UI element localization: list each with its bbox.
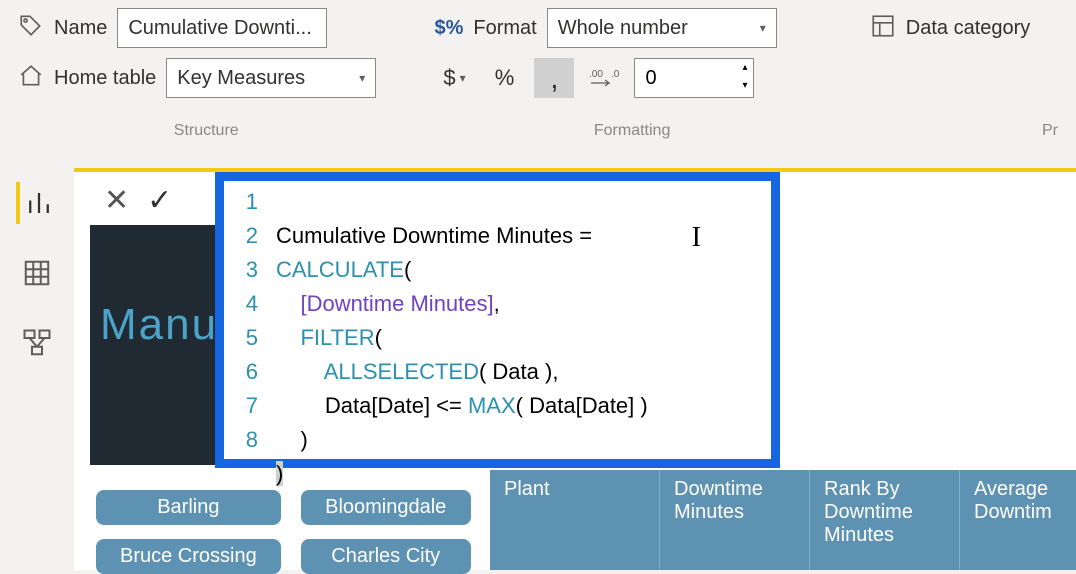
ribbon-group-properties: Data category Pr bbox=[870, 8, 1058, 146]
report-view-icon[interactable] bbox=[16, 182, 58, 224]
structure-caption: Structure bbox=[18, 122, 394, 146]
name-label: Name bbox=[54, 17, 107, 40]
table-column-header[interactable]: Downtime Minutes bbox=[660, 470, 810, 570]
dax-code-area[interactable]: Cumulative Downtime Minutes = CALCULATE(… bbox=[268, 181, 771, 459]
chevron-down-icon: ▾ bbox=[760, 21, 766, 35]
table-column-header[interactable]: Rank By Downtime Minutes bbox=[810, 470, 960, 570]
text-cursor-icon: I bbox=[692, 221, 701, 255]
data-category-icon bbox=[870, 13, 896, 44]
ribbon-group-formatting: $% Format Whole number ▾ $▾ % , .00.0 0 … bbox=[434, 8, 829, 146]
data-view-icon[interactable] bbox=[16, 252, 58, 294]
home-table-label: Home table bbox=[54, 67, 156, 90]
dax-line-gutter: 1 2 3 4 5 6 7 8 bbox=[224, 181, 268, 459]
commit-formula-button[interactable]: ✓ bbox=[147, 183, 172, 218]
percent-button[interactable]: % bbox=[484, 58, 524, 98]
currency-symbol: $ bbox=[443, 65, 455, 91]
format-value: Whole number bbox=[558, 17, 688, 40]
svg-text:.0: .0 bbox=[611, 69, 619, 80]
table-column-header[interactable]: Plant bbox=[490, 470, 660, 570]
format-dropdown[interactable]: Whole number ▾ bbox=[547, 8, 777, 48]
format-label: Format bbox=[473, 17, 536, 40]
model-view-icon[interactable] bbox=[16, 322, 58, 364]
spinner-up-icon[interactable]: ▴ bbox=[736, 59, 753, 77]
name-input-text: Cumulative Downti... bbox=[128, 17, 311, 40]
name-input[interactable]: Cumulative Downti... bbox=[117, 8, 327, 48]
chevron-down-icon: ▾ bbox=[460, 71, 466, 85]
ribbon: Name Cumulative Downti... Home table Key… bbox=[0, 0, 1076, 146]
spinner-down-icon[interactable]: ▾ bbox=[736, 77, 753, 95]
format-icon: $% bbox=[434, 17, 463, 40]
slicer-option[interactable]: Barling bbox=[96, 490, 281, 525]
decimal-count-spinner[interactable]: 0 ▴ ▾ bbox=[634, 58, 754, 98]
svg-text:.00: .00 bbox=[589, 69, 603, 80]
data-category-label: Data category bbox=[906, 17, 1031, 40]
dax-formula-editor[interactable]: 1 2 3 4 5 6 7 8 Cumulative Downtime Minu… bbox=[215, 172, 780, 468]
decimal-places-button[interactable]: .00 .0 bbox=[584, 58, 624, 98]
currency-button[interactable]: $▾ bbox=[434, 58, 474, 98]
decimal-count-value: 0 bbox=[635, 67, 666, 90]
home-table-dropdown[interactable]: Key Measures ▾ bbox=[166, 58, 376, 98]
formula-bar-controls: ✕ ✓ bbox=[90, 175, 220, 225]
home-table-value: Key Measures bbox=[177, 67, 305, 90]
tag-icon bbox=[18, 13, 44, 44]
properties-caption: Pr bbox=[870, 122, 1058, 146]
cancel-formula-button[interactable]: ✕ bbox=[104, 183, 129, 218]
table-header-row: Plant Downtime Minutes Rank By Downtime … bbox=[490, 470, 1076, 570]
slicer-option[interactable]: Bruce Crossing bbox=[96, 539, 281, 574]
slicer-option[interactable]: Bloomingdale bbox=[301, 490, 471, 525]
chevron-down-icon: ▾ bbox=[359, 71, 365, 85]
thousands-separator-button[interactable]: , bbox=[534, 58, 574, 98]
formatting-caption: Formatting bbox=[434, 122, 829, 146]
slicer-option[interactable]: Charles City bbox=[301, 539, 471, 574]
report-title-partial: Manu bbox=[100, 300, 218, 350]
table-column-header[interactable]: Average Downtim bbox=[960, 470, 1076, 570]
home-icon bbox=[18, 63, 44, 94]
left-nav-rail bbox=[0, 170, 74, 364]
ribbon-group-structure: Name Cumulative Downti... Home table Key… bbox=[18, 8, 394, 146]
